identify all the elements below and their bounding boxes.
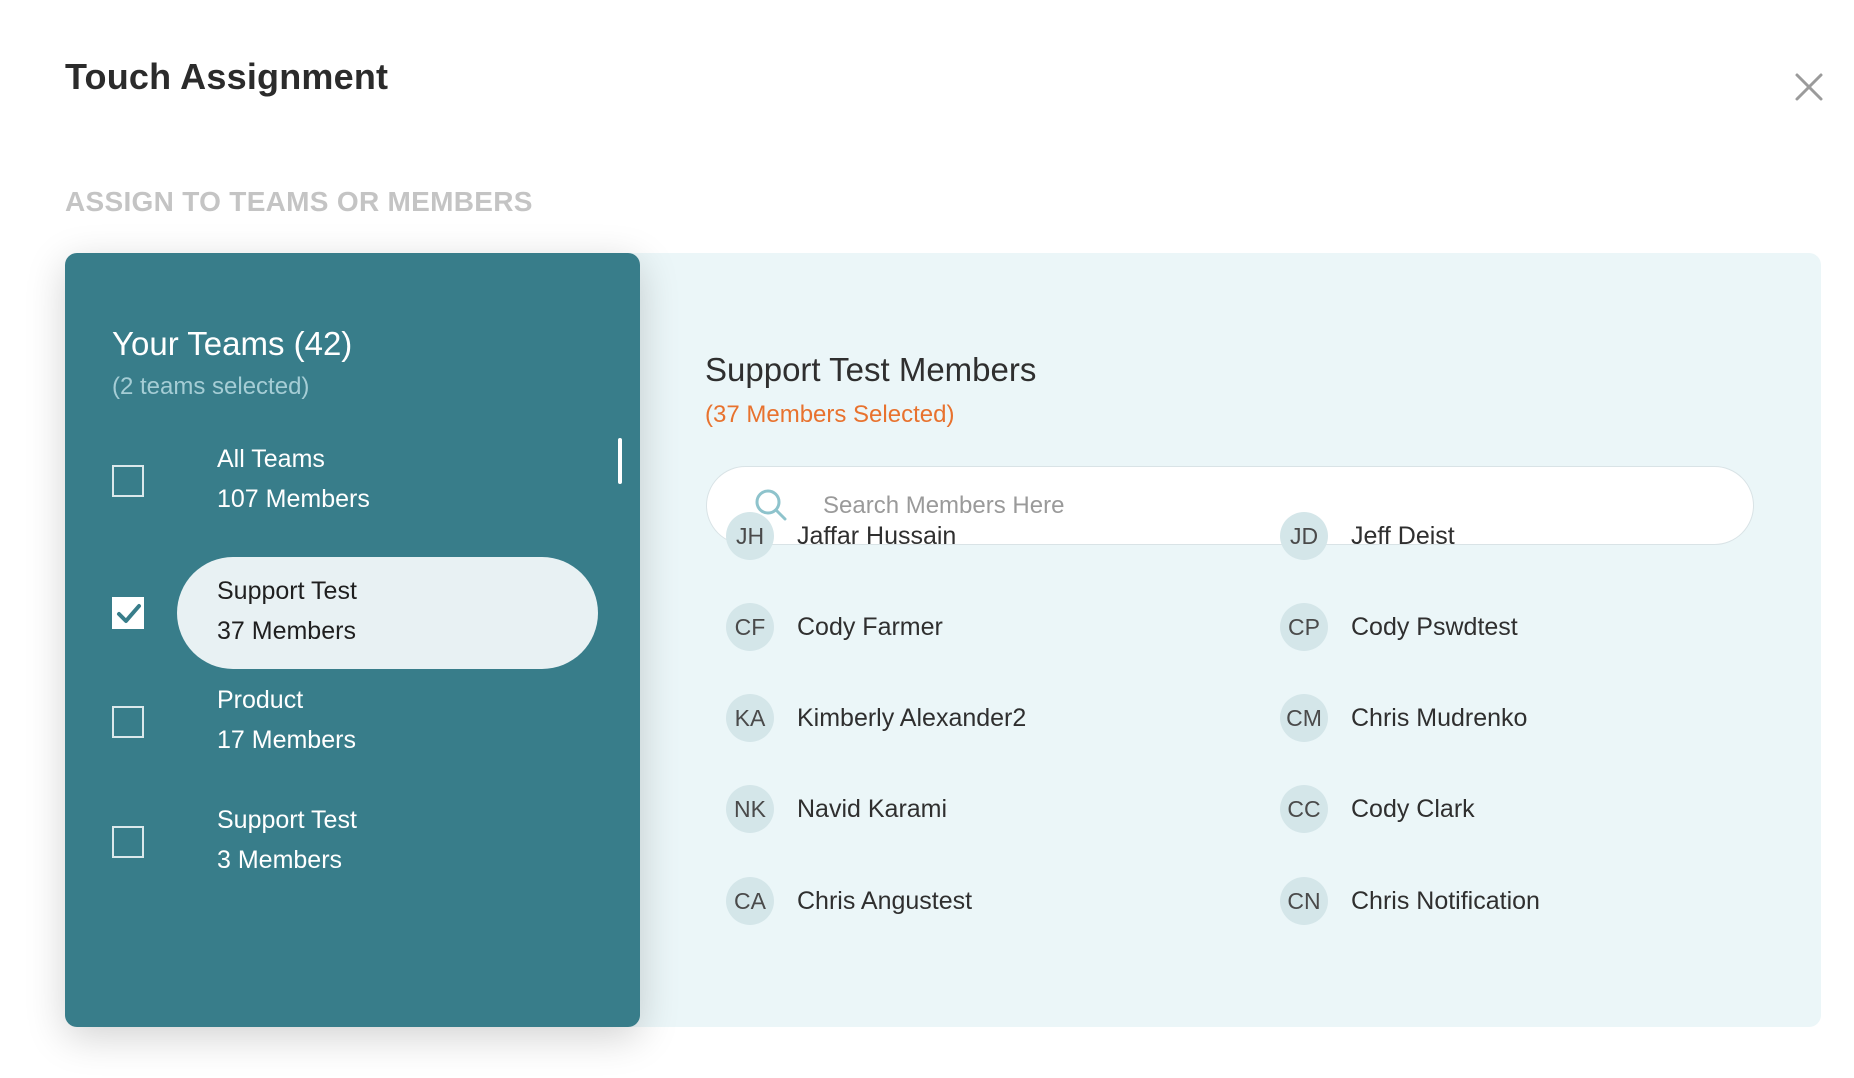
avatar: CN — [1280, 877, 1328, 925]
touch-assignment-dialog: Touch Assignment ASSIGN TO TEAMS OR MEMB… — [0, 0, 1854, 1078]
avatar: CF — [726, 603, 774, 651]
team-member-count: 17 Members — [217, 726, 356, 754]
team-name: Support Test — [217, 806, 357, 834]
members-panel: Support Test Members (37 Members Selecte… — [620, 253, 1821, 1027]
team-item-product[interactable]: Product 17 Members — [65, 666, 640, 778]
member-name: Chris Notification — [1351, 886, 1540, 915]
member-name: Jeff Deist — [1351, 521, 1455, 550]
team-name: Support Test — [217, 577, 357, 605]
member-name: Cody Clark — [1351, 794, 1475, 823]
team-checkbox[interactable] — [112, 597, 144, 629]
member-item[interactable]: CP Cody Pswdtest — [1280, 602, 1518, 652]
team-pill[interactable]: Support Test 37 Members — [177, 557, 598, 669]
team-name: Product — [217, 686, 304, 714]
team-pill[interactable]: All Teams 107 Members — [177, 425, 598, 537]
avatar: JD — [1280, 512, 1328, 560]
close-button[interactable] — [1792, 70, 1826, 104]
avatar: CA — [726, 877, 774, 925]
teams-panel: Your Teams (42) (2 teams selected) All T… — [65, 253, 640, 1027]
member-name: Navid Karami — [797, 794, 948, 823]
members-title: Support Test Members — [705, 351, 1037, 388]
close-icon — [1795, 73, 1823, 101]
member-item[interactable]: JH Jaffar Hussain — [726, 511, 956, 561]
members-selected-count: (37 Members Selected) — [705, 401, 955, 428]
team-member-count: 3 Members — [217, 846, 343, 874]
avatar: CP — [1280, 603, 1328, 651]
member-name: Chris Angustest — [797, 886, 973, 915]
avatar: CM — [1280, 694, 1328, 742]
team-item-support-test[interactable]: Support Test 37 Members — [65, 557, 640, 669]
member-name: Cody Pswdtest — [1351, 612, 1518, 641]
member-name: Cody Farmer — [797, 612, 943, 641]
team-checkbox[interactable] — [112, 465, 144, 497]
member-item[interactable]: NK Navid Karami — [726, 784, 947, 834]
team-checkbox[interactable] — [112, 826, 144, 858]
team-name: All Teams — [217, 445, 325, 473]
member-name: Chris Mudrenko — [1351, 703, 1528, 732]
avatar: CC — [1280, 785, 1328, 833]
team-member-count: 107 Members — [217, 485, 370, 513]
member-item[interactable]: KA Kimberly Alexander2 — [726, 693, 1026, 743]
member-name: Kimberly Alexander2 — [797, 703, 1027, 732]
team-pill[interactable]: Support Test 3 Members — [177, 786, 598, 898]
team-item-support-test-2[interactable]: Support Test 3 Members — [65, 786, 640, 898]
member-item[interactable]: CC Cody Clark — [1280, 784, 1475, 834]
member-item[interactable]: CN Chris Notification — [1280, 876, 1540, 926]
avatar: KA — [726, 694, 774, 742]
team-item-all-teams[interactable]: All Teams 107 Members — [65, 425, 640, 537]
team-member-count: 37 Members — [217, 617, 356, 645]
assign-section-label: ASSIGN TO TEAMS OR MEMBERS — [65, 186, 533, 217]
teams-title: Your Teams (42) — [112, 325, 353, 362]
member-item[interactable]: JD Jeff Deist — [1280, 511, 1455, 561]
team-pill[interactable]: Product 17 Members — [177, 666, 598, 778]
member-item[interactable]: CM Chris Mudrenko — [1280, 693, 1527, 743]
dialog-title: Touch Assignment — [65, 56, 389, 97]
member-name: Jaffar Hussain — [797, 521, 957, 550]
team-checkbox[interactable] — [112, 706, 144, 738]
avatar: NK — [726, 785, 774, 833]
checkmark-icon — [117, 604, 141, 623]
avatar: JH — [726, 512, 774, 560]
member-item[interactable]: CF Cody Farmer — [726, 602, 943, 652]
member-item[interactable]: CA Chris Angustest — [726, 876, 972, 926]
teams-selected-count: (2 teams selected) — [112, 373, 310, 400]
